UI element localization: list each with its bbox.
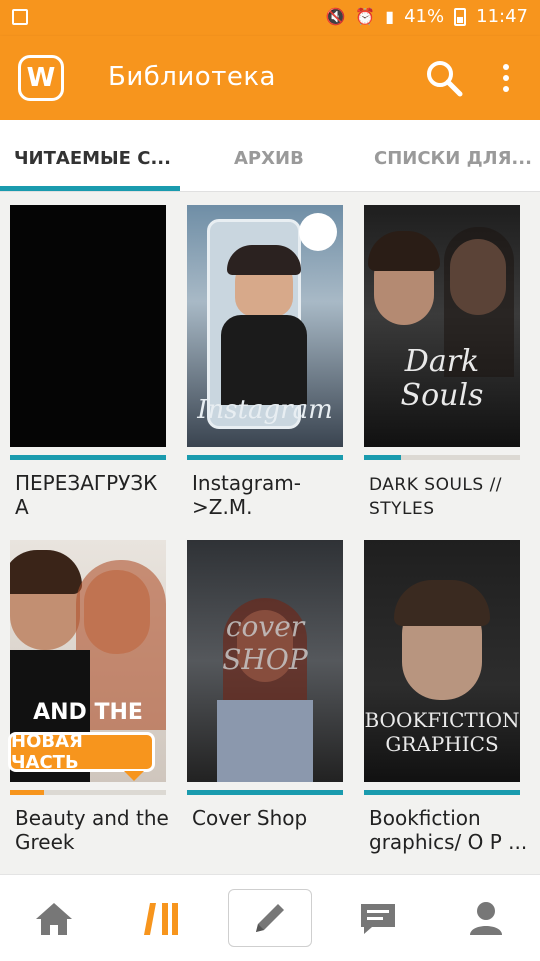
- book-cover[interactable]: [10, 205, 166, 447]
- progress-fill: [364, 790, 520, 795]
- book-card[interactable]: Dark Souls: [364, 205, 520, 447]
- book-title[interactable]: DARK SOULS //STYLES: [369, 473, 502, 521]
- book-cover[interactable]: Dark Souls: [364, 205, 520, 447]
- book-title[interactable]: Cover Shop: [192, 806, 307, 830]
- app-bar: W Библиотека: [0, 36, 540, 120]
- progress-fill: [187, 455, 343, 460]
- new-part-badge: НОВАЯ ЧАСТЬ: [8, 731, 155, 781]
- book-title[interactable]: Bookfiction graphics/ О Р ...: [369, 806, 527, 854]
- mute-icon: 🔇: [325, 7, 346, 26]
- image-notification-icon: [12, 9, 28, 25]
- clock: 11:47: [476, 6, 528, 27]
- book-card[interactable]: BOOKFICTION GRAPHICS: [364, 540, 520, 782]
- page-title: Библиотека: [108, 62, 276, 92]
- library-icon[interactable]: [134, 891, 190, 947]
- book-title[interactable]: Beauty and the Greek: [15, 806, 169, 854]
- reading-progress-bar: [187, 790, 343, 795]
- progress-fill: [10, 790, 45, 795]
- cover-text: AND THE: [33, 700, 143, 725]
- book-card[interactable]: cover SHOP: [187, 540, 343, 782]
- progress-fill: [10, 455, 166, 460]
- pencil-icon: [256, 904, 284, 932]
- progress-fill: [187, 790, 343, 795]
- battery-icon: [454, 7, 467, 26]
- book-card[interactable]: Instagram: [187, 205, 343, 447]
- tab-bar: ЧИТАЕМЫЕ С... АРХИВ СПИСКИ ДЛЯ...: [0, 120, 540, 192]
- alarm-icon: ⏰: [355, 7, 376, 26]
- book-cover[interactable]: cover SHOP: [187, 540, 343, 782]
- battery-percent: 41%: [404, 6, 445, 27]
- bottom-navigation: [0, 874, 540, 961]
- book-title[interactable]: ПЕРЕЗАГРУЗК А: [15, 471, 157, 519]
- reading-progress-bar: [187, 455, 343, 460]
- reading-progress-bar: [10, 455, 166, 460]
- reading-progress-bar: [364, 455, 520, 460]
- book-card[interactable]: [10, 205, 166, 447]
- cover-text: cover SHOP: [222, 610, 308, 676]
- tab-reading-lists[interactable]: СПИСКИ ДЛЯ...: [374, 148, 532, 169]
- profile-icon[interactable]: [458, 891, 514, 947]
- book-cover[interactable]: BOOKFICTION GRAPHICS: [364, 540, 520, 782]
- status-bar: 🔇 ⏰ ▮ 41% 11:47: [0, 0, 540, 36]
- messages-icon[interactable]: [350, 891, 406, 947]
- signal-icon: ▮: [385, 7, 395, 26]
- home-icon[interactable]: [26, 891, 82, 947]
- progress-fill: [364, 455, 402, 460]
- reading-progress-bar: [10, 790, 166, 795]
- cover-text: Dark Souls: [400, 344, 484, 413]
- tab-divider: [0, 191, 540, 192]
- tab-archive[interactable]: АРХИВ: [234, 148, 304, 169]
- more-options-icon[interactable]: [494, 60, 518, 96]
- cover-text: Instagram: [197, 395, 333, 425]
- tab-currently-reading[interactable]: ЧИТАЕМЫЕ С...: [14, 148, 171, 169]
- book-title[interactable]: Instagram- >Z.M.: [192, 471, 301, 519]
- reading-progress-bar: [364, 790, 520, 795]
- wattpad-logo[interactable]: W: [18, 55, 64, 101]
- search-icon[interactable]: [424, 58, 464, 98]
- cover-text: BOOKFICTION GRAPHICS: [364, 708, 520, 756]
- write-button[interactable]: [228, 889, 312, 947]
- book-cover[interactable]: Instagram: [187, 205, 343, 447]
